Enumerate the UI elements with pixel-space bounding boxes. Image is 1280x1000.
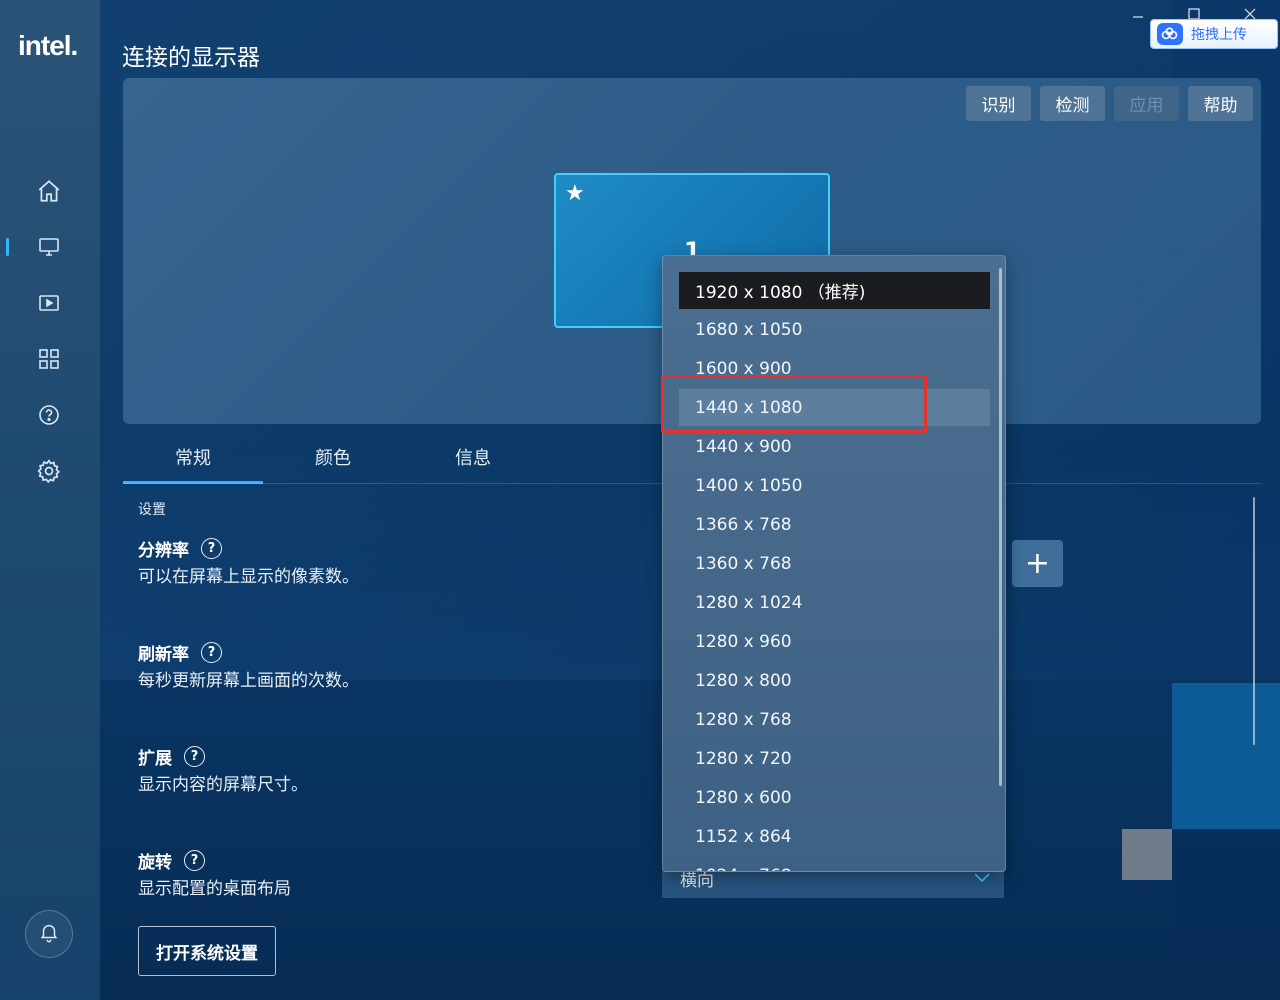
question-icon[interactable]: ?: [201, 642, 222, 663]
resolution-option[interactable]: 1152 x 864: [679, 818, 990, 855]
open-system-settings-button[interactable]: 打开系统设置: [138, 926, 276, 976]
tab-general[interactable]: 常规: [123, 440, 263, 484]
highlight-annotation: [661, 375, 927, 433]
refresh-desc: 每秒更新屏幕上画面的次数。: [138, 671, 359, 691]
add-custom-resolution-button[interactable]: +: [1012, 540, 1063, 587]
apps-grid-icon[interactable]: [36, 346, 62, 372]
scale-title: 扩展 ?: [138, 744, 205, 769]
dropdown-scrollbar[interactable]: [999, 268, 1002, 786]
question-icon[interactable]: ?: [184, 746, 205, 767]
help-button[interactable]: 帮助: [1188, 86, 1253, 121]
resolution-label: 分辨率: [138, 541, 189, 561]
decor-block-bottom: [1172, 829, 1280, 1000]
tab-color[interactable]: 颜色: [263, 440, 403, 484]
display-icon[interactable]: [36, 234, 62, 260]
baidu-upload-label: 拖拽上传: [1191, 27, 1247, 43]
home-icon[interactable]: [36, 178, 62, 204]
resolution-option[interactable]: 1680 x 1050: [679, 311, 990, 348]
rotation-label: 旋转: [138, 853, 172, 873]
refresh-label: 刷新率: [138, 645, 189, 665]
resolution-option[interactable]: 1360 x 768: [679, 545, 990, 582]
baidu-upload-button[interactable]: 拖拽上传: [1150, 19, 1278, 49]
resolution-option[interactable]: 1280 x 768: [679, 701, 990, 738]
resolution-option[interactable]: 1440 x 900: [679, 428, 990, 465]
resolution-option[interactable]: 1280 x 600: [679, 779, 990, 816]
sidebar: intel.: [0, 0, 100, 1000]
star-icon: ★: [565, 181, 585, 206]
apply-button[interactable]: 应用: [1114, 86, 1179, 121]
detect-button[interactable]: 检测: [1040, 86, 1105, 121]
intel-logo: intel.: [18, 30, 78, 61]
tab-info[interactable]: 信息: [403, 440, 543, 484]
question-icon[interactable]: ?: [184, 850, 205, 871]
rotation-title: 旋转 ?: [138, 848, 205, 873]
video-icon[interactable]: [36, 290, 62, 316]
question-icon[interactable]: ?: [201, 538, 222, 559]
nav-active-indicator: [6, 238, 9, 256]
resolution-option[interactable]: 1280 x 1024: [679, 584, 990, 621]
resolution-option[interactable]: 1024 x 768: [679, 857, 990, 872]
resolution-option[interactable]: 1920 x 1080 （推荐): [679, 272, 990, 309]
resolution-dropdown: 1920 x 1080 （推荐) 1680 x 1050 1600 x 900 144…: [662, 255, 1006, 872]
refresh-title: 刷新率 ?: [138, 640, 222, 665]
decor-block-blue: [1172, 683, 1280, 829]
scale-desc: 显示内容的屏幕尺寸。: [138, 775, 308, 795]
resolution-title: 分辨率 ?: [138, 536, 222, 561]
rotation-desc: 显示配置的桌面布局: [138, 879, 291, 899]
scale-label: 扩展: [138, 749, 172, 769]
decor-block-gray: [1122, 829, 1172, 880]
help-icon[interactable]: [36, 402, 62, 428]
resolution-option[interactable]: 1366 x 768: [679, 506, 990, 543]
resolution-option[interactable]: 1280 x 800: [679, 662, 990, 699]
page-scrollbar[interactable]: [1253, 497, 1255, 745]
section-label: 设置: [138, 502, 166, 518]
bell-icon: [38, 921, 60, 947]
page-title: 连接的显示器: [122, 45, 260, 71]
minimize-icon[interactable]: [1132, 8, 1144, 24]
resolution-option[interactable]: 1280 x 960: [679, 623, 990, 660]
cloud-icon: [1157, 23, 1183, 45]
resolution-option[interactable]: 1280 x 720: [679, 740, 990, 777]
identify-button[interactable]: 识别: [966, 86, 1031, 121]
notification-button[interactable]: [25, 910, 73, 958]
gear-icon[interactable]: [36, 458, 62, 484]
resolution-desc: 可以在屏幕上显示的像素数。: [138, 567, 359, 587]
resolution-option[interactable]: 1400 x 1050: [679, 467, 990, 504]
